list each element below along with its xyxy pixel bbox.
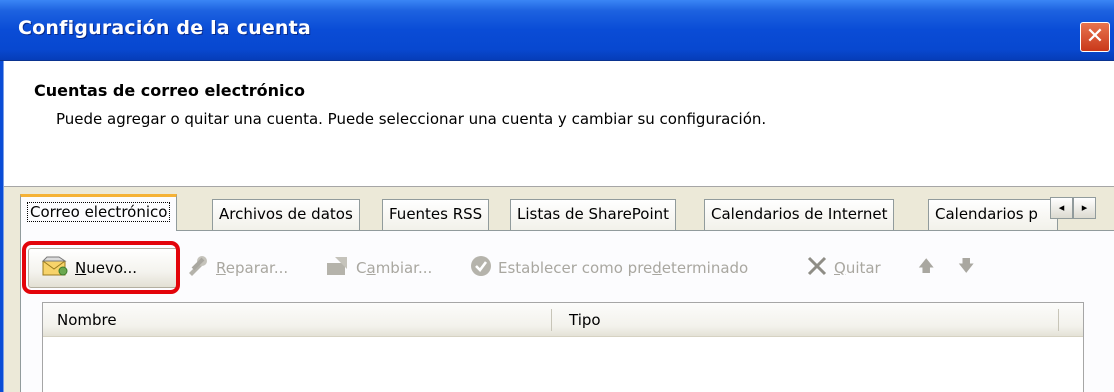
set-default-label: Establecer como predeterminado — [498, 259, 749, 277]
tab-calendarios-publicados[interactable]: Calendarios p — [928, 199, 1058, 230]
change-account-icon — [324, 255, 350, 281]
close-button[interactable]: ✕ — [1080, 22, 1110, 52]
tab-label: Calendarios de Internet — [711, 205, 888, 223]
tab-fuentes-rss[interactable]: Fuentes RSS — [382, 199, 490, 230]
new-account-button[interactable]: Nuevo... — [28, 248, 178, 288]
new-mail-icon — [41, 255, 69, 281]
window-title: Configuración de la cuenta — [18, 17, 311, 39]
set-default-button[interactable]: Establecer como predeterminado — [470, 248, 748, 288]
tab-scroll-right-button[interactable]: ▸ — [1073, 197, 1096, 219]
tab-label: Correo electrónico — [27, 202, 171, 222]
tab-label: Fuentes RSS — [389, 205, 483, 223]
tab-archivos-de-datos[interactable]: Archivos de datos — [212, 199, 360, 230]
accounts-list[interactable]: Nombre Tipo — [42, 302, 1084, 392]
new-account-label: Nuevo... — [75, 259, 138, 277]
dialog-header: Cuentas de correo electrónico Puede agre… — [4, 62, 1114, 186]
tab-correo-electronico[interactable]: Correo electrónico — [20, 194, 178, 231]
chevron-left-icon: ◂ — [1058, 201, 1065, 214]
tab-label: Listas de SharePoint — [517, 205, 670, 223]
repair-tools-icon — [186, 255, 210, 281]
chevron-right-icon: ▸ — [1081, 201, 1088, 214]
tab-calendarios-de-internet[interactable]: Calendarios de Internet — [704, 199, 895, 230]
move-up-button[interactable]: 🡅 — [918, 248, 934, 288]
tab-label: Archivos de datos — [219, 205, 353, 223]
remove-x-icon — [806, 255, 828, 281]
arrow-up-icon: 🡅 — [918, 255, 935, 275]
repair-button[interactable]: Reparar... — [186, 248, 288, 288]
column-header-tipo[interactable]: Tipo — [555, 303, 601, 337]
list-header: Nombre Tipo — [43, 303, 1083, 337]
column-separator[interactable] — [1058, 309, 1059, 331]
tab-listas-de-sharepoint[interactable]: Listas de SharePoint — [510, 199, 677, 230]
checkmark-icon — [470, 255, 492, 281]
arrow-down-icon: 🡇 — [958, 255, 975, 275]
remove-button[interactable]: Quitar — [806, 248, 881, 288]
column-separator[interactable] — [551, 309, 552, 331]
header-subtitle: Puede agregar o quitar una cuenta. Puede… — [56, 110, 767, 128]
column-header-nombre[interactable]: Nombre — [43, 303, 117, 337]
tab-scroll-left-button[interactable]: ◂ — [1050, 197, 1073, 219]
repair-label: Reparar... — [216, 259, 289, 277]
account-toolbar: Nuevo... Reparar... Cambiar... Establece… — [28, 248, 1108, 288]
tab-label: Calendarios p — [935, 205, 1038, 223]
move-down-button[interactable]: 🡇 — [958, 248, 974, 288]
header-title: Cuentas de correo electrónico — [34, 81, 306, 100]
tab-strip: Correo electrónico Archivos de datos Fue… — [20, 194, 1114, 231]
close-icon: ✕ — [1085, 24, 1105, 49]
tab-scroll-buttons: ◂ ▸ — [1050, 197, 1096, 219]
remove-label: Quitar — [834, 259, 881, 277]
title-bar: Configuración de la cuenta ✕ — [0, 0, 1114, 61]
change-button[interactable]: Cambiar... — [324, 248, 432, 288]
change-label: Cambiar... — [356, 259, 433, 277]
